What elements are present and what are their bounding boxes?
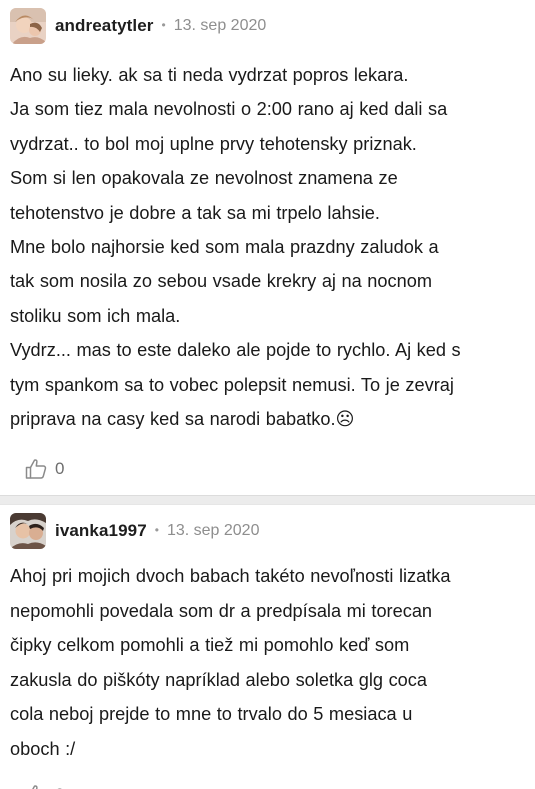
comment-text-line: Ano su lieky. ak sa ti neda vydrzat popr…	[10, 65, 409, 85]
comment-text-line: Ja som tiez mala nevolnosti o 2:00 rano …	[10, 99, 448, 120]
comment-text-line: tehotenstvo je dobre a tak sa mi trpelo …	[10, 202, 380, 223]
comment-username[interactable]: andreatytler	[55, 16, 154, 36]
meta-separator: •	[154, 523, 159, 538]
comment-text-line: Mne bolo najhorsie ked som mala prazdny …	[10, 237, 439, 258]
comment-text-line: tym spankom sa to vobec polepsit nemusi.…	[10, 374, 454, 395]
comment-text: Ahoj pri mojich dvoch babach takéto nevo…	[10, 555, 525, 765]
comment-text-line: zakusla do piškóty napríklad alebo solet…	[10, 669, 428, 690]
comment-divider	[0, 495, 535, 506]
like-button[interactable]: 0	[24, 783, 64, 789]
comment-text-line: Vydrz... mas to este daleko ale pojde to…	[10, 340, 461, 361]
avatar[interactable]	[10, 8, 46, 44]
comment-text-line: Ahoj pri mojich dvoch babach takéto nevo…	[10, 566, 451, 587]
comment-header: andreatytler • 13. sep 2020	[10, 0, 525, 50]
comment-text-line: oboch :/	[10, 738, 76, 759]
comment-text-line: čipky celkom pomohli a tiež mi pomohlo k…	[10, 635, 410, 656]
like-count: 0	[55, 785, 64, 789]
comment-actions: 0	[10, 443, 525, 495]
meta-separator: •	[161, 18, 166, 32]
avatar[interactable]	[10, 513, 46, 550]
comment-date: 13. sep 2020	[166, 522, 260, 540]
comment-card: andreatytler • 13. sep 2020 Ano su lieky…	[0, 0, 535, 495]
comment-username[interactable]: ivanka1997	[55, 521, 147, 541]
comment-date: 13. sep 2020	[173, 17, 267, 34]
comment-text-line: tak som nosila zo sebou vsade krekry aj …	[10, 271, 433, 292]
avatar-photo-icon	[10, 8, 46, 44]
like-count: 0	[55, 459, 65, 479]
thumbs-up-icon	[25, 459, 47, 480]
comment-text-line: nepomohli povedala som dr a predpísala m…	[10, 600, 433, 621]
like-button[interactable]: 0	[24, 457, 64, 481]
comment-text-line: stoliku som ich mala.	[10, 305, 181, 326]
comment-text-line: priprava na casy ked sa narodi babatko.☹	[10, 409, 355, 430]
comment-text: Ano su lieky. ak sa ti neda vydrzat popr…	[10, 50, 525, 436]
comment-text-line: Som si len opakovala ze nevolnost znamen…	[10, 168, 398, 189]
avatar-photo-icon	[10, 513, 46, 550]
comment-actions: 0	[10, 769, 525, 789]
comment-text-line: cola neboj prejde to mne to trvalo do 5 …	[10, 704, 413, 725]
comment-header: ivanka1997 • 13. sep 2020	[10, 505, 525, 555]
thumbs-up-icon	[32, 785, 38, 789]
comment-card: ivanka1997 • 13. sep 2020 Ahoj pri mojic…	[0, 505, 535, 789]
comment-text-line: vydrzat.. to bol moj uplne prvy tehotens…	[10, 133, 417, 154]
